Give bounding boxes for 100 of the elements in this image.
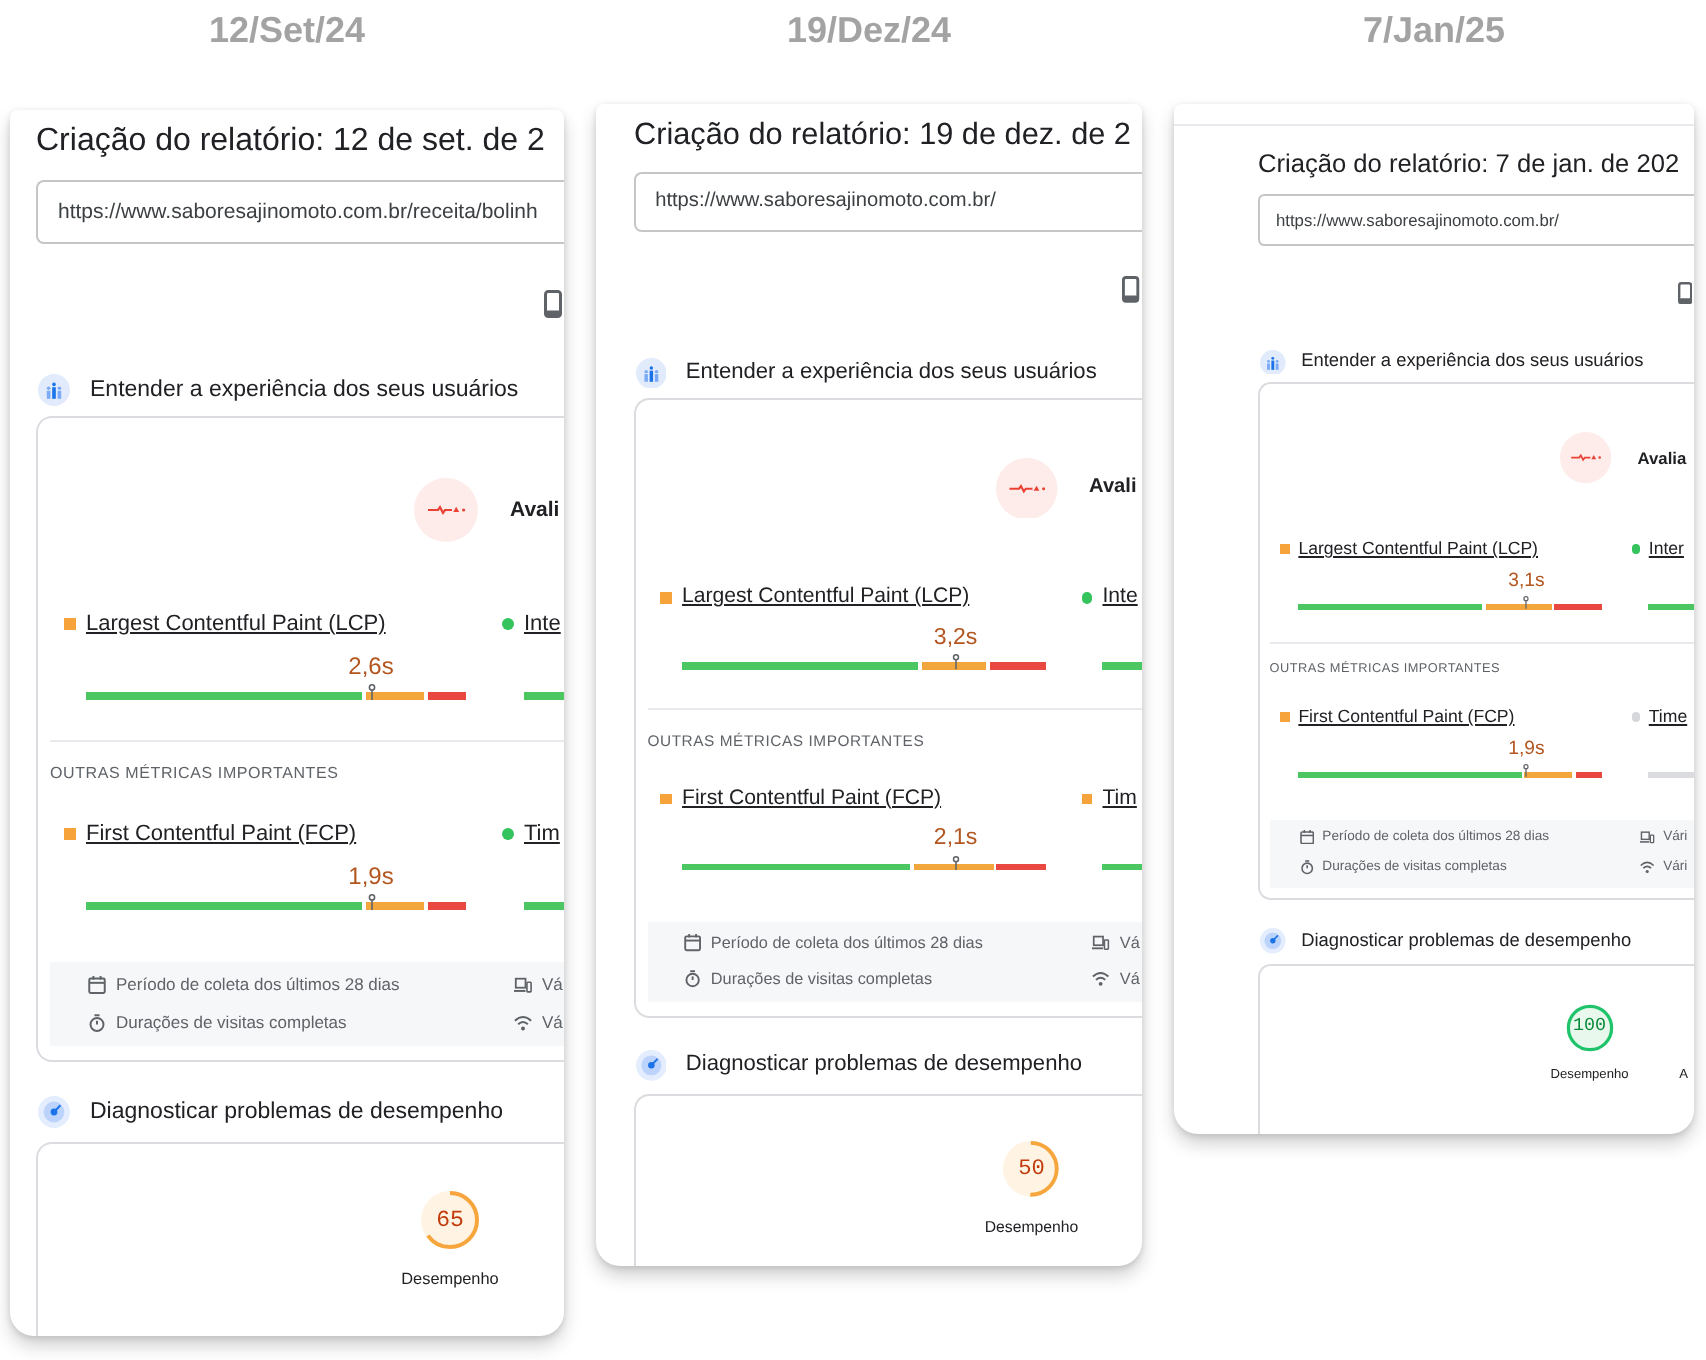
score-value: 50: [1018, 1157, 1045, 1182]
stopwatch-icon: [683, 970, 702, 988]
section-heading: Diagnosticar problemas de desempenho: [685, 1052, 1082, 1080]
pin-icon: [1523, 596, 1530, 610]
subsection-label: OUTRAS MÉTRICAS IMPORTANTES: [50, 764, 341, 784]
metric-link[interactable]: First Contentful Paint (FCP): [86, 822, 357, 846]
bar-segment: [428, 691, 466, 699]
info-text: Durações de visitas completas: [116, 1012, 347, 1032]
metric-link[interactable]: Tim: [524, 822, 560, 846]
score-gauge: [1566, 1003, 1613, 1051]
info-text: Período de coleta dos últimos 28 dias: [116, 974, 400, 994]
wifi-icon: [1092, 970, 1111, 988]
section-heading: Entender a experiência dos seus usuários: [90, 376, 519, 404]
bar-segment: [428, 901, 466, 909]
calendar-icon: [683, 934, 702, 952]
stopwatch-icon: [1299, 860, 1315, 876]
metric-link[interactable]: Tim: [1102, 787, 1137, 811]
report-title: Criação do relatório: 12 de set. de 2: [36, 122, 547, 162]
metric-link[interactable]: First Contentful Paint (FCP): [1298, 708, 1515, 728]
status-square-icon: [64, 618, 76, 630]
pin-icon: [951, 654, 960, 670]
metric-link[interactable]: Inter: [1648, 539, 1684, 560]
status-dot-icon: [1631, 544, 1641, 555]
pin-icon: [367, 893, 375, 909]
metric-link[interactable]: Time: [1648, 708, 1688, 728]
bar-chart-icon: [635, 357, 667, 389]
calendar-icon: [1299, 830, 1315, 845]
bar-segment: [365, 691, 425, 699]
pulse-icon: [996, 457, 1059, 519]
section-heading: Diagnosticar problemas de desempenho: [90, 1098, 503, 1126]
report-title: Criação do relatório: 7 de jan. de 202: [1258, 147, 1682, 180]
url-field[interactable]: https://www.saboresajinomoto.com.br/receita/bolinh: [36, 180, 564, 244]
metric-link[interactable]: Inte: [1102, 585, 1138, 609]
bar-segment: [989, 661, 1047, 670]
date-label: 19/Dez/24: [786, 8, 952, 52]
stopwatch-icon: [88, 1013, 106, 1031]
status-square-icon: [64, 828, 76, 840]
score-value: 65: [436, 1207, 464, 1233]
bar-segment: [1102, 661, 1142, 670]
score-label: Desempenho: [401, 1270, 499, 1290]
section-heading: Entender a experiência dos seus usuários: [1301, 350, 1644, 374]
score-gauge: [1003, 1141, 1060, 1198]
status-dot-icon: [1631, 712, 1641, 723]
metric-value: 1,9s: [348, 863, 394, 889]
radar-icon: [1259, 927, 1286, 954]
radar-icon: [38, 1096, 70, 1128]
bar-segment: [1648, 771, 1694, 778]
devices-icon: [514, 975, 532, 993]
pin-icon: [951, 855, 960, 871]
score-value: 100: [1573, 1016, 1607, 1038]
pin-icon: [367, 683, 375, 699]
date-label: 7/Jan/25: [1362, 8, 1506, 52]
info-text: Vá: [542, 1012, 563, 1032]
radar-icon: [635, 1050, 667, 1082]
bar-segment: [921, 661, 986, 670]
section-heading: Entender a experiência dos seus usuários: [685, 359, 1097, 387]
metric-link[interactable]: First Contentful Paint (FCP): [682, 787, 942, 811]
pulse-icon: [1560, 432, 1612, 484]
url-field[interactable]: https://www.saboresajinomoto.com.br/: [634, 171, 1142, 233]
devices-icon: [1640, 830, 1656, 845]
metric-value: 3,1s: [1508, 572, 1545, 594]
bar-segment: [524, 901, 564, 909]
devices-icon: [1092, 934, 1111, 952]
status-square-icon: [1081, 793, 1093, 805]
status-dot-icon: [1081, 591, 1093, 604]
wifi-icon: [1640, 860, 1656, 876]
bar-chart-icon: [1259, 349, 1286, 375]
calendar-icon: [88, 975, 106, 993]
metric-value: 3,2s: [933, 625, 978, 651]
assessment-title: Avalia: [1637, 447, 1687, 469]
metric-link[interactable]: Largest Contentful Paint (LCP): [682, 585, 970, 609]
assessment-title: Avali: [1089, 475, 1137, 501]
bar-segment: [524, 691, 564, 699]
status-square-icon: [1280, 544, 1291, 555]
info-text: Vá: [1119, 933, 1140, 953]
bar-segment: [1102, 863, 1142, 871]
phone-icon[interactable]: [1678, 281, 1693, 305]
bar-chart-icon: [38, 374, 70, 406]
metric-link[interactable]: Largest Contentful Paint (LCP): [86, 612, 386, 636]
pulse-icon: [414, 478, 478, 542]
report-title: Criação do relatório: 19 de dez. de 2: [634, 115, 1133, 154]
phone-icon[interactable]: [544, 290, 562, 318]
metric-link[interactable]: Inte: [524, 612, 561, 636]
info-text: Durações de visitas completas: [710, 969, 933, 989]
url-field[interactable]: https://www.saboresajinomoto.com.br/: [1258, 193, 1694, 246]
bar-segment: [1648, 603, 1694, 610]
info-text: Período de coleta dos últimos 28 dias: [710, 933, 983, 953]
section-heading: Diagnosticar problemas de desempenho: [1301, 929, 1632, 952]
status-dot-icon: [502, 828, 514, 840]
metric-link[interactable]: Largest Contentful Paint (LCP): [1298, 539, 1538, 560]
info-text: Vá: [1119, 969, 1140, 989]
score-gauge: [421, 1191, 479, 1249]
metric-value: 2,1s: [933, 826, 978, 852]
bar-segment: [365, 901, 425, 909]
phone-icon[interactable]: [1122, 276, 1141, 304]
status-square-icon: [660, 793, 673, 805]
info-text: Vá: [542, 974, 563, 994]
metric-value: 2,6s: [348, 653, 394, 679]
status-dot-icon: [502, 618, 514, 630]
status-square-icon: [660, 591, 673, 604]
